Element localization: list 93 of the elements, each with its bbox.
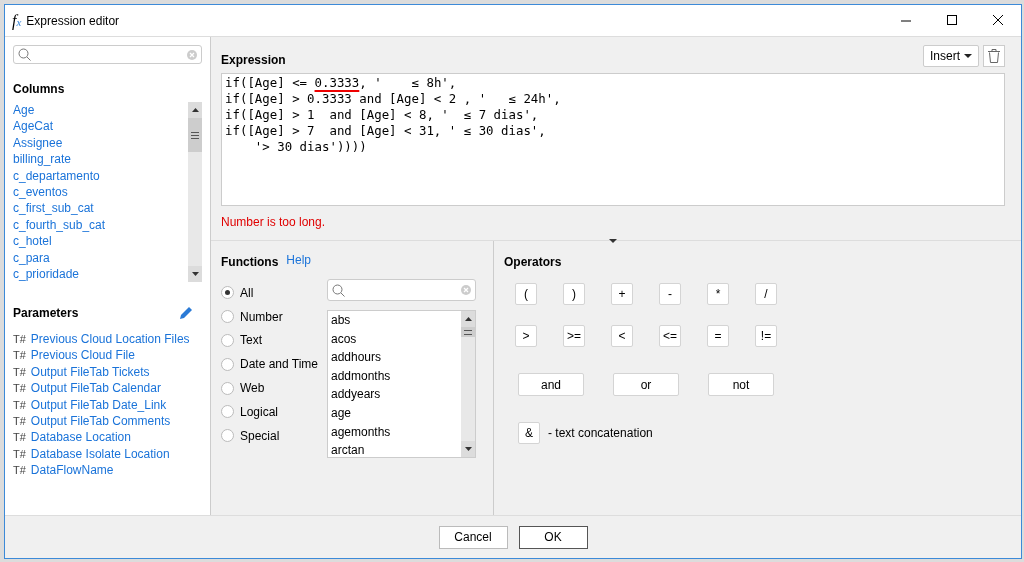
column-item[interactable]: c_prioridade (13, 266, 188, 282)
radio-option[interactable]: All (221, 281, 327, 305)
function-item[interactable]: addyears (328, 385, 461, 404)
radio-option[interactable]: Date and Time (221, 352, 327, 377)
scroll-down-icon[interactable] (191, 272, 199, 276)
search-icon (332, 283, 345, 297)
function-item[interactable]: acos (328, 329, 461, 349)
close-icon (992, 15, 1004, 26)
operator-button[interactable]: and (518, 373, 584, 396)
trash-icon (988, 49, 1000, 63)
radio-option[interactable]: Web (221, 376, 327, 400)
column-item[interactable]: AgeCat (13, 118, 188, 135)
cancel-button[interactable]: Cancel (438, 525, 508, 549)
scroll-down-icon[interactable] (464, 447, 472, 451)
column-item[interactable]: Assignee (13, 134, 188, 152)
column-item[interactable]: billing_rate (13, 151, 188, 168)
operator-button[interactable]: & (518, 422, 540, 444)
maximize-icon (946, 15, 958, 26)
app-icon: fx (12, 12, 22, 29)
edit-icon[interactable] (178, 305, 194, 321)
function-item[interactable]: addhours (328, 348, 461, 367)
radio-option[interactable]: Logical (221, 400, 327, 424)
column-item[interactable]: c_fourth_sub_cat (13, 216, 188, 234)
grip-icon (191, 131, 199, 139)
operator-button[interactable]: or (613, 373, 679, 396)
column-item[interactable]: c_first_sub_cat (13, 200, 188, 217)
column-item[interactable]: c_hotel (13, 233, 188, 250)
delete-button[interactable] (983, 45, 1005, 67)
function-item[interactable]: abs (328, 311, 461, 330)
parameter-item[interactable]: T# DataFlowName (13, 462, 202, 479)
insert-dropdown-button[interactable]: Insert (923, 45, 979, 67)
operator-button[interactable]: - (659, 283, 681, 305)
operator-button[interactable]: > (515, 325, 537, 347)
function-item[interactable]: agemonths (328, 422, 461, 442)
radio-option[interactable]: Number (221, 304, 327, 329)
section-heading: Expression (221, 52, 286, 69)
window-title: Expression editor (26, 12, 120, 30)
operator-button[interactable]: ) (563, 283, 585, 305)
operator-button[interactable]: <= (659, 325, 681, 347)
grip-icon (464, 329, 472, 335)
operator-button[interactable]: / (755, 283, 777, 305)
type-icon: T# (13, 429, 26, 446)
parameter-item[interactable]: T# Database Location (13, 429, 202, 446)
type-icon: T# (13, 380, 26, 397)
type-icon: T# (13, 412, 26, 430)
operator-button[interactable]: >= (563, 325, 585, 347)
ok-button[interactable]: OK (518, 525, 588, 549)
operator-button[interactable]: * (707, 283, 729, 305)
scroll-up-icon[interactable] (464, 317, 472, 321)
parameter-item[interactable]: T# Output FileTab Comments (13, 412, 202, 430)
search-icon (18, 48, 31, 61)
operator-description: - text concatenation (548, 425, 653, 442)
scroll-up-icon[interactable] (191, 108, 199, 112)
parameter-item[interactable]: T# Previous Cloud Location Files (13, 331, 202, 348)
parameter-item[interactable]: T# Previous Cloud File (13, 347, 202, 364)
splitter-arrow-icon[interactable] (609, 239, 617, 243)
parameter-item[interactable]: T# Output FileTab Tickets (13, 363, 202, 381)
radio-option[interactable]: Special (221, 423, 327, 448)
expression-editor[interactable]: if([Age] <= 0.3333, ' ≤ 8h', if([Age] > 0.3333 and [Age] < 2 , ' ≤ 24h', if([Age] > 1 and [Age] < 8, ' ≤ 7 dias', if([Age] > 7 and [Age] < 31, ' ≤ 30 dias', '> 30 dias')))) (221, 73, 1005, 206)
help-link[interactable]: Help (286, 253, 311, 271)
column-search-field[interactable] (13, 45, 202, 64)
operator-button[interactable]: != (755, 325, 777, 347)
parameter-item[interactable]: T# Output FileTab Calendar (13, 380, 202, 397)
function-item[interactable]: age (328, 403, 461, 423)
operator-button[interactable]: = (707, 325, 729, 347)
operator-button[interactable]: + (611, 283, 633, 305)
error-message: Number is too long. (221, 214, 327, 231)
section-heading: Parameters (13, 305, 79, 322)
function-search-field[interactable] (327, 279, 476, 301)
type-icon: T# (13, 363, 26, 381)
column-item[interactable]: c_eventos (13, 184, 188, 201)
type-icon: T# (13, 330, 26, 348)
section-heading: Functions (221, 254, 279, 271)
type-icon: T# (13, 462, 26, 479)
function-item[interactable]: arctan (328, 441, 461, 457)
scrollbar[interactable] (461, 311, 475, 457)
section-heading: Columns (13, 81, 66, 98)
type-icon: T# (13, 445, 26, 463)
caret-icon (964, 54, 972, 58)
operator-button[interactable]: not (708, 373, 774, 396)
column-item[interactable]: Age (13, 102, 188, 119)
column-item[interactable]: c_departamento (13, 167, 188, 185)
type-icon: T# (13, 396, 26, 413)
parameter-item[interactable]: T# Database Isolate Location (13, 445, 202, 463)
operator-button[interactable]: < (611, 325, 633, 347)
function-item[interactable]: addmonths (328, 366, 461, 386)
column-item[interactable]: c_para (13, 249, 188, 267)
type-icon: T# (13, 347, 26, 364)
parameter-item[interactable]: T# Output FileTab Date_Link (13, 396, 202, 413)
section-heading: Operators (504, 254, 563, 271)
scrollbar[interactable] (188, 102, 202, 282)
operator-button[interactable]: ( (515, 283, 537, 305)
radio-option[interactable]: Text (221, 328, 327, 353)
